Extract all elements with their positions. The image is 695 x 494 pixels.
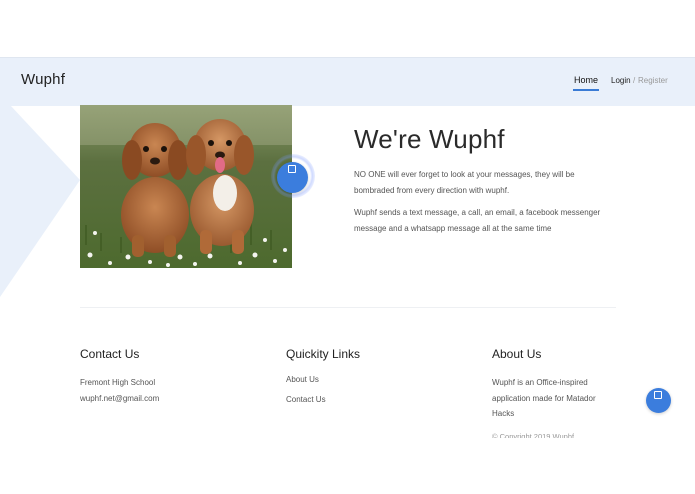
footer-about-text: Wuphf is an Office-inspired application … [492, 378, 596, 418]
background-decoration [0, 105, 80, 297]
footer-contact: Contact Us Fremont High School wuphf.net… [80, 347, 250, 406]
floating-chat-button-bottom[interactable] [646, 388, 671, 413]
footer-about: About Us Wuphf is an Office-inspired app… [492, 347, 607, 422]
footer-about-heading: About Us [492, 347, 542, 361]
nav-login-link[interactable]: Login [611, 76, 631, 85]
section-divider [80, 307, 616, 308]
nav-separator: / [633, 76, 636, 85]
active-nav-indicator [573, 89, 599, 91]
puppies-photo [80, 105, 292, 268]
nav-register-link[interactable]: Register [638, 76, 668, 85]
brand-logo[interactable]: Wuphf [21, 71, 65, 88]
contact-school: Fremont High School [80, 378, 156, 387]
footer-links-heading: Quickity Links [286, 347, 361, 361]
contact-email[interactable]: wuphf.net@gmail.com [80, 391, 250, 407]
copyright-text: © Copyright 2019 Wuphf [492, 432, 575, 438]
hero-paragraph-1: NO ONE will ever forget to look at your … [354, 170, 575, 195]
hero-title: We're Wuphf [354, 124, 505, 154]
navbar: Wuphf Home Login / Register [0, 57, 695, 106]
footer-links: Quickity Links About Us Contact Us [286, 347, 456, 415]
footer-link-contact-us[interactable]: Contact Us [286, 395, 456, 404]
footer-link-about-us[interactable]: About Us [286, 375, 456, 384]
footer-contact-heading: Contact Us [80, 347, 140, 361]
nav-home-link[interactable]: Home [574, 75, 598, 85]
square-icon [288, 165, 296, 173]
hero-paragraph-2: Wuphf sends a text message, a call, an e… [354, 208, 601, 233]
floating-chat-button[interactable] [277, 162, 308, 193]
square-icon [654, 391, 662, 399]
